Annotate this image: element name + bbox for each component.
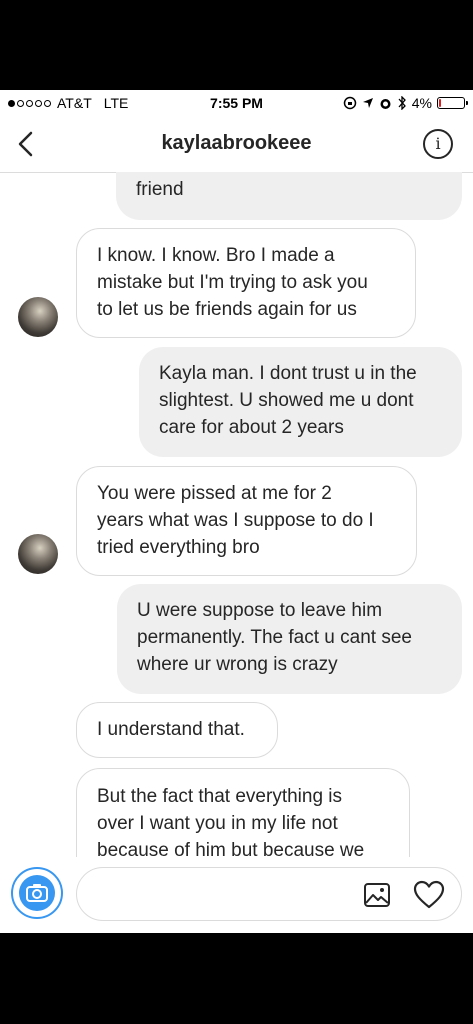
message-thread[interactable]: friend I know. I know. Bro I made a mist… xyxy=(0,172,473,857)
message-bubble-incoming[interactable]: I understand that. xyxy=(76,702,278,758)
message-bubble-incoming[interactable]: But the fact that everything is over I w… xyxy=(76,768,410,857)
heart-icon[interactable] xyxy=(413,880,445,910)
info-icon[interactable]: i xyxy=(423,129,453,159)
message-bubble-outgoing[interactable]: friend xyxy=(116,172,462,220)
message-bubble-outgoing[interactable]: U were suppose to leave him permanently.… xyxy=(117,584,462,694)
location-icon xyxy=(362,98,373,108)
gallery-icon[interactable] xyxy=(363,882,391,908)
battery-icon xyxy=(437,97,468,109)
status-bar: AT&T LTE 7:55 PM 4% xyxy=(0,90,473,116)
dm-screen: AT&T LTE 7:55 PM 4% kaylaabrookeee i fri… xyxy=(0,90,473,933)
conversation-title[interactable]: kaylaabrookeee xyxy=(0,132,473,155)
camera-button[interactable] xyxy=(11,867,63,919)
message-bubble-outgoing[interactable]: Kayla man. I dont trust u in the slighte… xyxy=(139,347,462,457)
message-composer xyxy=(0,857,473,933)
contact-avatar[interactable] xyxy=(18,534,58,574)
battery-percent: 4% xyxy=(411,95,432,111)
message-input-container xyxy=(76,867,462,922)
message-input[interactable] xyxy=(95,868,359,922)
contact-avatar[interactable] xyxy=(18,297,58,337)
screen-lock-icon xyxy=(343,96,357,110)
conversation-header: kaylaabrookeee i xyxy=(0,116,473,173)
bluetooth-icon xyxy=(398,96,406,110)
message-bubble-incoming[interactable]: You were pissed at me for 2 years what w… xyxy=(76,466,417,576)
message-bubble-incoming[interactable]: I know. I know. Bro I made a mistake but… xyxy=(76,228,416,338)
camera-icon xyxy=(19,875,55,911)
alarm-icon xyxy=(380,98,391,109)
